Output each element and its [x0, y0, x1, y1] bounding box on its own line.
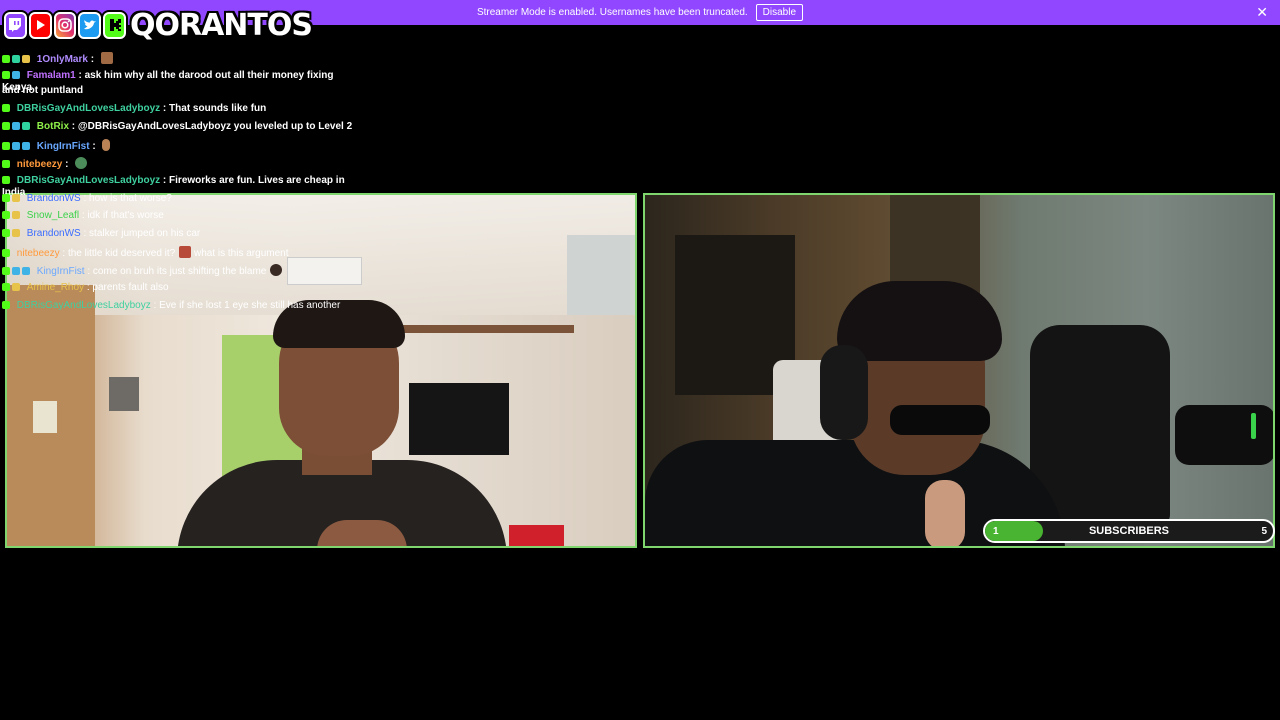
twitch-icon — [4, 11, 27, 39]
sub-badge-icon — [22, 267, 30, 275]
kick-badge-icon — [2, 283, 10, 291]
facepalm-emote-icon — [270, 264, 283, 276]
wall-panel — [109, 377, 139, 411]
chat-text: the little kid deserved it? — [67, 248, 176, 259]
kick-badge-icon — [2, 142, 10, 150]
chat-username[interactable]: DBRisGayAndLovesLadyboyz — [17, 175, 160, 186]
kick-badge-icon — [2, 249, 10, 257]
kick-badge-icon — [2, 176, 10, 184]
chat-message: nitebeezy : the little kid deserved it? … — [2, 246, 362, 260]
red-tub — [509, 525, 564, 546]
sunglasses — [890, 405, 990, 435]
subscriber-target-count: 5 — [1261, 525, 1267, 537]
headphones-icon — [820, 345, 868, 440]
globe-emote-icon — [75, 157, 88, 169]
gift-badge-icon — [12, 55, 20, 63]
disable-streamer-mode-button[interactable]: Disable — [755, 4, 804, 21]
sub-badge-icon — [12, 71, 20, 79]
microphone — [1175, 405, 1273, 465]
gold-badge-icon — [12, 194, 20, 202]
streamer-mode-text: Streamer Mode is enabled. Usernames have… — [476, 7, 748, 18]
bot-badge-icon — [12, 122, 20, 130]
close-icon[interactable]: ✕ — [1256, 5, 1268, 19]
gold-badge-icon — [22, 55, 30, 63]
chat-message: BotRix : @DBRisGayAndLovesLadyboyz you l… — [2, 121, 362, 133]
chat-text: That sounds like fun — [169, 103, 267, 114]
chat-text: stalker jumped on his car — [89, 228, 201, 239]
window — [567, 235, 635, 315]
chat-message-continuation: and not puntland — [2, 85, 362, 97]
sub-badge-icon — [12, 267, 20, 275]
chat-message: 1OnlyMark : — [2, 52, 362, 66]
kick-badge-icon — [2, 122, 10, 130]
chat-username[interactable]: BotRix — [37, 121, 69, 132]
kick-badge-icon — [2, 71, 10, 79]
angry-emote-icon — [179, 246, 192, 258]
kick-badge-icon — [2, 301, 10, 309]
chat-message: DBRisGayAndLovesLadyboyz : Eve if she lo… — [2, 300, 362, 312]
streamer-webcam-feed — [643, 193, 1275, 548]
channel-logo: QORANTOS — [4, 2, 313, 48]
chat-text: what is this argument — [194, 248, 289, 259]
chat-username[interactable]: DBRisGayAndLovesLadyboyz — [17, 300, 151, 311]
gold-badge-icon — [12, 211, 20, 219]
chat-username[interactable]: 1OnlyMark — [37, 54, 88, 65]
streamer-hair — [837, 281, 1002, 361]
hand-emote-icon — [102, 139, 111, 151]
chat-message: DBRisGayAndLovesLadyboyz : That sounds l… — [2, 103, 362, 115]
kick-badge-icon — [2, 104, 10, 112]
chat-text: Eve if she lost 1 eye she still has anot… — [159, 300, 341, 311]
youtube-icon — [28, 11, 52, 39]
chat-text: @DBRisGayAndLovesLadyboyz you leveled up… — [77, 121, 353, 132]
chat-message: BrandonWS : how is that worse? — [2, 193, 362, 205]
door-notice — [33, 401, 57, 433]
chat-username[interactable]: Famalam1 — [27, 70, 76, 81]
kick-badge-icon — [2, 229, 10, 237]
chat-username[interactable]: BrandonWS — [27, 193, 81, 204]
gaming-chair — [1030, 325, 1170, 525]
kick-badge-icon — [2, 55, 10, 63]
chat-text: come on bruh its just shifting the blame — [92, 266, 267, 277]
mic-indicator-light — [1251, 413, 1256, 439]
sub-badge-icon — [12, 142, 20, 150]
subscriber-goal-label: SUBSCRIBERS — [1088, 525, 1170, 537]
instagram-icon — [53, 11, 77, 39]
chat-text: how is that worse? — [89, 193, 172, 204]
kick-badge-icon — [2, 160, 10, 168]
chat-text: idk if that's worse — [87, 210, 164, 221]
chat-message: KingIrnFist : — [2, 139, 362, 153]
chat-username[interactable]: nitebeezy — [17, 248, 60, 259]
chat-text: parents fault also — [92, 282, 169, 293]
guest-person — [177, 300, 507, 546]
kick-icon — [103, 11, 126, 39]
kick-badge-icon — [2, 211, 10, 219]
chat-message: Snow_Leafl : idk if that's worse — [2, 210, 362, 222]
kick-badge-icon — [2, 194, 10, 202]
chat-message: KingIrnFist : come on bruh its just shif… — [2, 264, 362, 278]
chat-username[interactable]: DBRisGayAndLovesLadyboyz — [17, 103, 160, 114]
chat-username[interactable]: BrandonWS — [27, 228, 81, 239]
gold-badge-icon — [12, 283, 20, 291]
face-emote-icon — [100, 52, 113, 64]
chat-username[interactable]: KingIrnFist — [37, 266, 85, 277]
subscriber-goal-bar: 1 SUBSCRIBERS 5 — [983, 519, 1275, 543]
chat-message: Amine_Rhoy : parents fault also — [2, 282, 362, 294]
verified-badge-icon — [22, 122, 30, 130]
channel-name: QORANTOS — [129, 7, 313, 43]
chat-message: BrandonWS : stalker jumped on his car — [2, 228, 362, 240]
sub-badge-icon — [22, 142, 30, 150]
chat-username[interactable]: Snow_Leafl — [27, 210, 79, 221]
gold-badge-icon — [12, 229, 20, 237]
chat-text: and not puntland — [2, 85, 84, 96]
chat-username[interactable]: Amine_Rhoy — [27, 282, 84, 293]
streamer-hand — [925, 480, 965, 546]
chat-username[interactable]: KingIrnFist — [37, 141, 90, 152]
chat-username[interactable]: nitebeezy — [17, 159, 63, 170]
twitter-icon — [78, 11, 102, 39]
chat-message: nitebeezy : — [2, 157, 362, 171]
kick-badge-icon — [2, 267, 10, 275]
